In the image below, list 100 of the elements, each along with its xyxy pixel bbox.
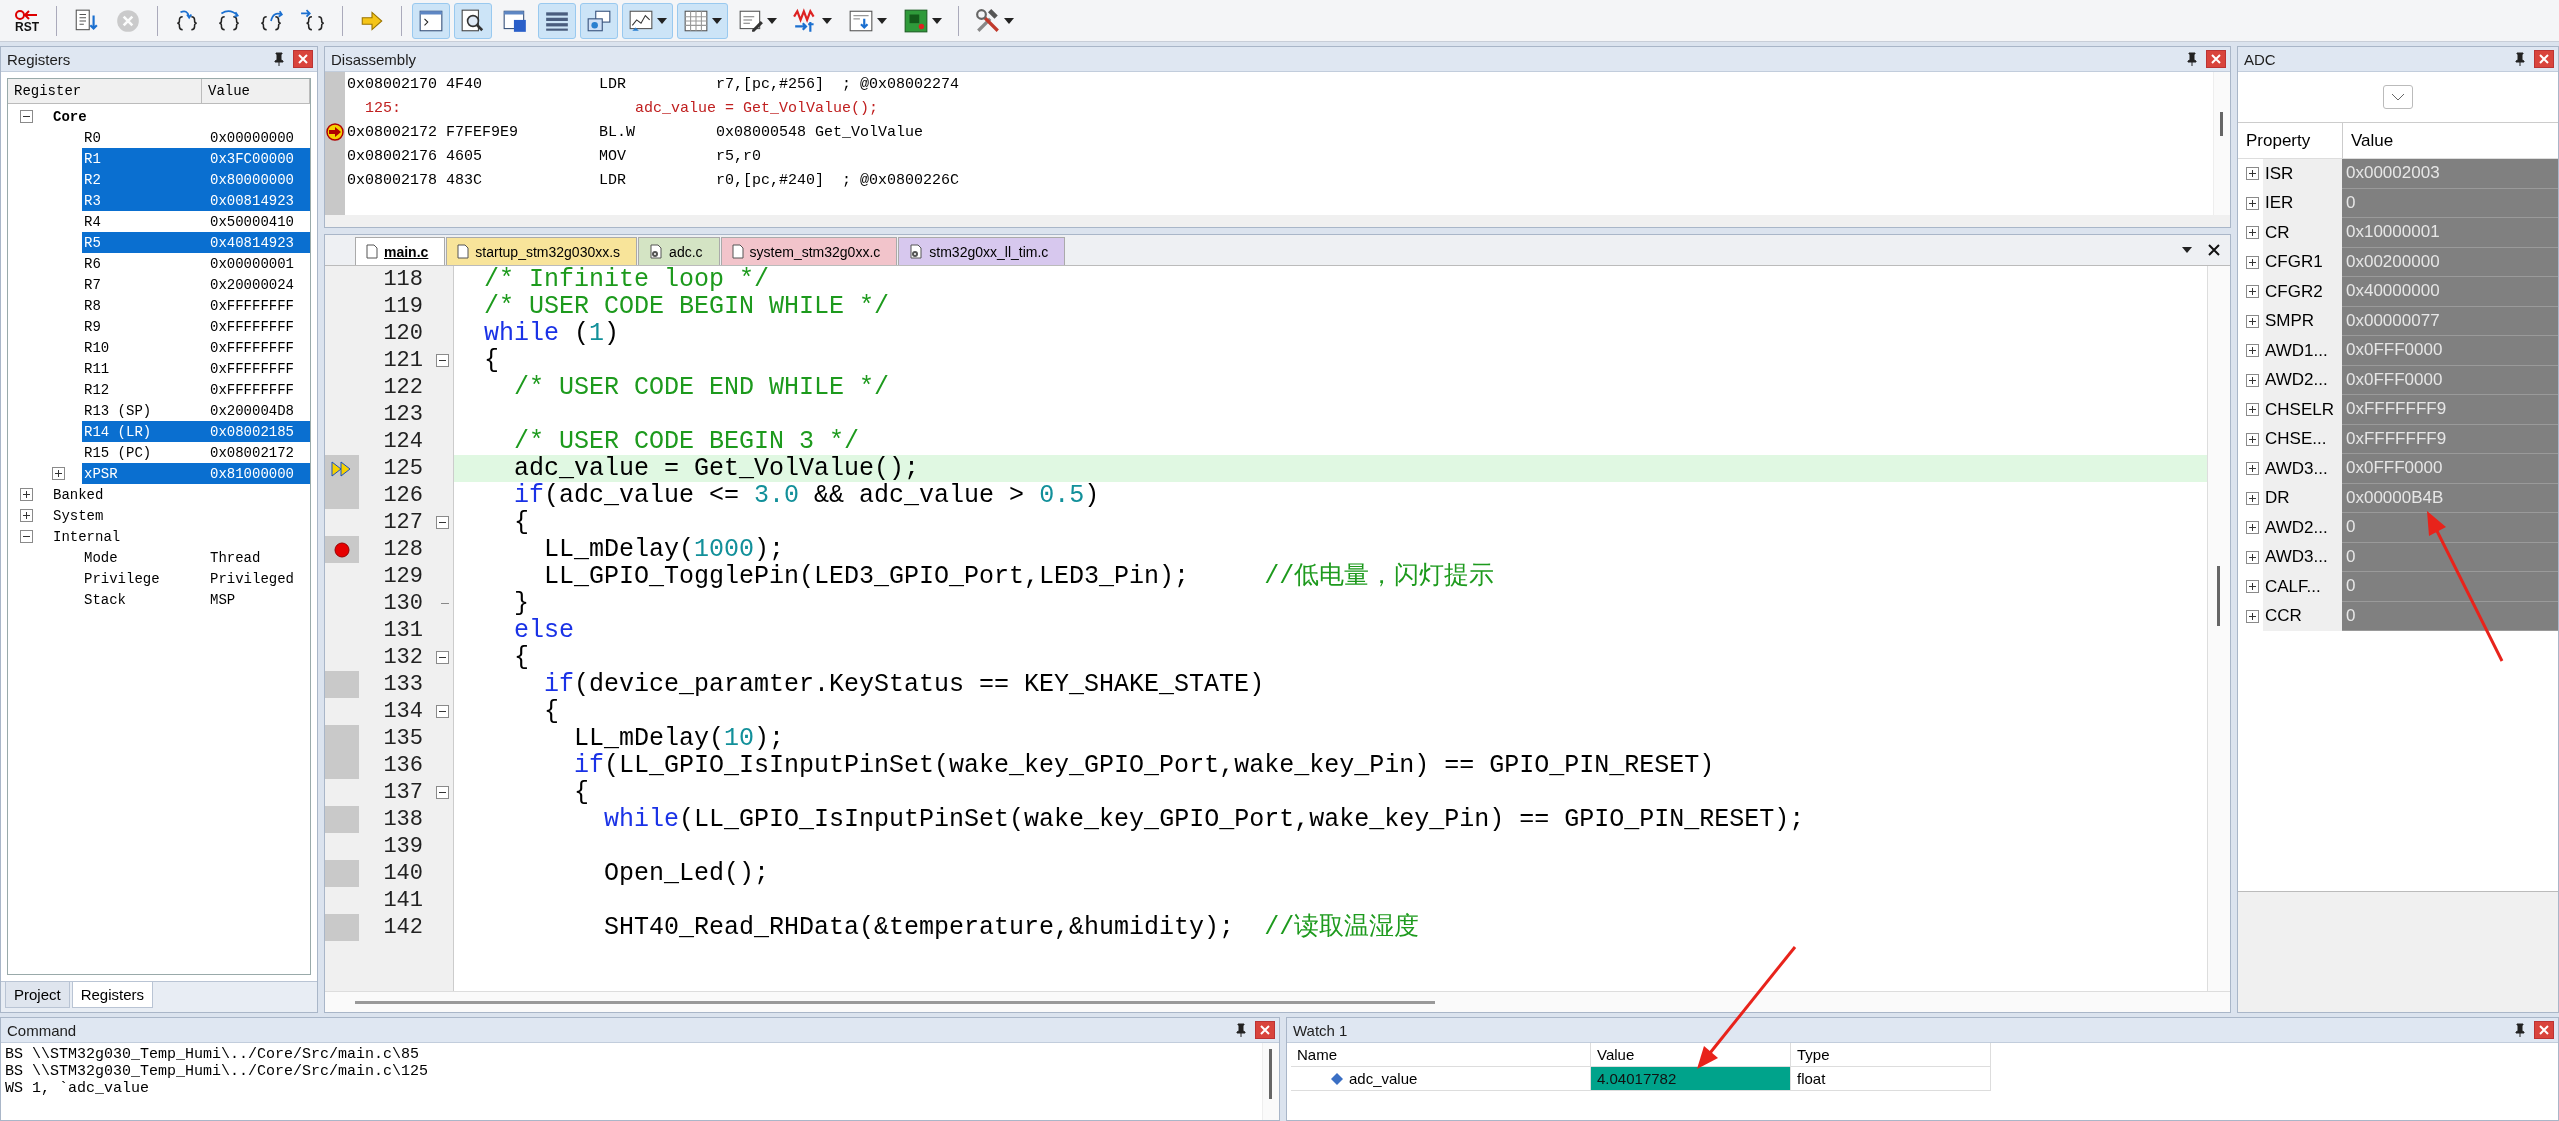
expand-icon[interactable] (2246, 609, 2259, 623)
expand-icon[interactable] (20, 488, 33, 501)
pin-icon[interactable] (2186, 52, 2198, 66)
pin-icon[interactable] (2514, 52, 2526, 66)
close-button[interactable] (2206, 50, 2226, 68)
close-button[interactable] (1255, 1021, 1275, 1039)
toolbar-button[interactable] (454, 2, 492, 39)
register-row[interactable]: Core (51, 106, 310, 127)
register-value: 0xFFFFFFFF (210, 360, 295, 377)
scrollbar[interactable] (2213, 72, 2230, 215)
register-row[interactable]: Mode Thread (82, 547, 310, 568)
expand-icon[interactable] (2246, 255, 2259, 269)
register-row[interactable]: Privilege Privileged (82, 568, 310, 589)
register-value: 0x3FC00000 (210, 150, 295, 167)
close-button[interactable] (2534, 50, 2554, 68)
expand-icon[interactable] (2246, 285, 2259, 299)
register-row[interactable]: R5 0x40814923 (82, 232, 310, 253)
file-tab[interactable]: stm32g0xx_ll_tim.c (898, 237, 1066, 265)
register-row[interactable]: xPSR 0x81000000 (82, 463, 310, 484)
expand-icon[interactable] (2246, 521, 2259, 535)
register-row[interactable]: R1 0x3FC00000 (82, 148, 310, 169)
collapse-icon[interactable] (435, 705, 449, 718)
register-row[interactable]: R15 (PC) 0x08002172 (82, 442, 310, 463)
expand-icon[interactable] (2246, 373, 2259, 387)
register-row[interactable]: R2 0x80000000 (82, 169, 310, 190)
close-icon (298, 54, 308, 64)
register-value: 0x81000000 (210, 465, 295, 482)
document-icon (457, 244, 470, 259)
scrollbar[interactable] (325, 991, 2230, 1012)
line-number: 134 (382, 699, 424, 724)
expand-icon[interactable] (2246, 550, 2259, 564)
register-row[interactable]: R0 0x00000000 (82, 127, 310, 148)
expand-icon[interactable] (2246, 462, 2259, 476)
file-tab[interactable]: system_stm32g0xx.c (720, 237, 898, 265)
file-tab[interactable]: startup_stm32g030xx.s (446, 237, 638, 265)
register-row[interactable]: R6 0x00000001 (82, 253, 310, 274)
register-row[interactable]: R3 0x00814923 (82, 190, 310, 211)
toolbar-button[interactable] (538, 2, 576, 39)
toolbar-button[interactable]: RST (8, 2, 46, 39)
pin-icon[interactable] (2514, 1023, 2526, 1037)
scrollbar[interactable] (1262, 1043, 1279, 1120)
expand-icon[interactable] (2246, 491, 2259, 505)
property-value: 0xFFFFFFF9 (2342, 395, 2558, 425)
expand-icon[interactable] (2246, 314, 2259, 328)
expand-icon[interactable] (2246, 432, 2259, 446)
breakpoint-icon[interactable] (334, 541, 350, 558)
register-row[interactable]: R4 0x50000410 (82, 211, 310, 232)
panel-tab[interactable]: Registers (71, 982, 154, 1008)
register-row[interactable]: Internal (51, 526, 310, 547)
collapse-icon[interactable] (20, 110, 33, 123)
pin-icon[interactable] (1235, 1023, 1247, 1037)
scrollbar[interactable] (2207, 266, 2230, 991)
collapse-icon[interactable] (20, 530, 33, 543)
register-row[interactable]: R12 0xFFFFFFFF (82, 379, 310, 400)
register-row[interactable]: R9 0xFFFFFFFF (82, 316, 310, 337)
expand-icon[interactable] (20, 509, 33, 522)
register-row[interactable]: Stack MSP (82, 589, 310, 610)
expand-icon[interactable] (2246, 403, 2259, 417)
property-name: DR (2263, 483, 2342, 513)
collapse-icon[interactable] (435, 651, 449, 664)
pin-icon[interactable] (273, 52, 285, 66)
register-row[interactable]: R10 0xFFFFFFFF (82, 337, 310, 358)
close-icon (2539, 54, 2549, 64)
register-row[interactable]: R14 (LR) 0x08002185 (82, 421, 310, 442)
toolbar-button[interactable] (622, 2, 673, 39)
collapse-icon[interactable] (435, 786, 449, 799)
close-button[interactable] (2534, 1021, 2554, 1039)
column-header[interactable]: Name (1291, 1043, 1591, 1067)
line-number: 123 (382, 402, 424, 427)
expand-icon[interactable] (2246, 344, 2259, 358)
file-tab[interactable]: adc.c (638, 237, 720, 265)
expand-icon[interactable] (2246, 226, 2259, 240)
column-header[interactable]: Type (1791, 1043, 1991, 1067)
collapse-icon[interactable] (435, 354, 449, 367)
close-button[interactable] (293, 50, 313, 68)
register-row[interactable]: System (51, 505, 310, 526)
line-number: 128 (382, 537, 424, 562)
expand-icon[interactable] (2246, 167, 2259, 181)
close-icon[interactable] (2208, 244, 2220, 256)
magnifier-document-icon (460, 7, 486, 34)
expand-icon[interactable] (52, 467, 65, 480)
variable-value[interactable]: 4.04017782 (1591, 1067, 1791, 1091)
property-name: AWD2... (2263, 365, 2342, 395)
register-row[interactable]: R7 0x20000024 (82, 274, 310, 295)
column-header[interactable]: Register (8, 79, 202, 104)
property-name: AWD3... (2263, 542, 2342, 572)
register-row[interactable]: R11 0xFFFFFFFF (82, 358, 310, 379)
file-tab[interactable]: main.c (355, 237, 446, 265)
panel-title: Command (7, 1021, 78, 1039)
collapse-icon[interactable] (435, 516, 449, 529)
expand-icon[interactable] (2246, 580, 2259, 594)
register-row[interactable]: R13 (SP) 0x200004D8 (82, 400, 310, 421)
panel-tab[interactable]: Project (5, 982, 70, 1008)
register-row[interactable]: R8 0xFFFFFFFF (82, 295, 310, 316)
register-value: 0xFFFFFFFF (210, 339, 295, 356)
operands: r5,r0 (716, 147, 763, 165)
column-header[interactable]: Value (1591, 1043, 1791, 1067)
register-row[interactable]: Banked (51, 484, 310, 505)
expand-icon[interactable] (2246, 196, 2259, 210)
column-header[interactable]: Value (202, 79, 310, 104)
